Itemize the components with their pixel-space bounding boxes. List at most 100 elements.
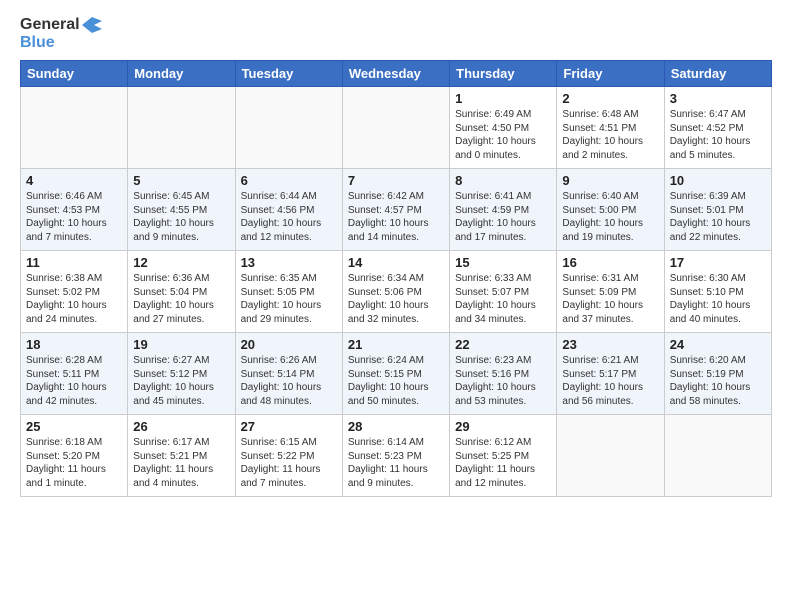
weekday-header-tuesday: Tuesday [235,61,342,87]
calendar-cell: 23 Sunrise: 6:21 AM Sunset: 5:17 PM Dayli… [557,333,664,415]
day-number: 12 [133,255,229,270]
day-number: 20 [241,337,337,352]
calendar-cell [21,87,128,169]
day-info: Sunrise: 6:34 AM Sunset: 5:06 PM Dayligh… [348,272,444,326]
day-number: 24 [670,337,766,352]
calendar-cell: 18 Sunrise: 6:28 AM Sunset: 5:11 PM Dayli… [21,333,128,415]
day-number: 8 [455,173,551,188]
day-info: Sunrise: 6:26 AM Sunset: 5:14 PM Dayligh… [241,354,337,408]
day-info: Sunrise: 6:20 AM Sunset: 5:19 PM Dayligh… [670,354,766,408]
day-info: Sunrise: 6:41 AM Sunset: 4:59 PM Dayligh… [455,190,551,244]
day-number: 29 [455,419,551,434]
weekday-header-friday: Friday [557,61,664,87]
calendar-cell: 6 Sunrise: 6:44 AM Sunset: 4:56 PM Daylig… [235,169,342,251]
calendar-cell: 2Sunrise: 6:48 AM Sunset: 4:51 PM Daylig… [557,87,664,169]
weekday-header-row: SundayMondayTuesdayWednesdayThursdayFrid… [21,61,772,87]
day-number: 17 [670,255,766,270]
day-info: Sunrise: 6:48 AM Sunset: 4:51 PM Dayligh… [562,108,658,162]
calendar-cell [342,87,449,169]
calendar-cell: 25 Sunrise: 6:18 AM Sunset: 5:20 PM Dayli… [21,415,128,497]
day-info: Sunrise: 6:23 AM Sunset: 5:16 PM Dayligh… [455,354,551,408]
day-number: 3 [670,91,766,106]
day-info: Sunrise: 6:42 AM Sunset: 4:57 PM Dayligh… [348,190,444,244]
day-info: Sunrise: 6:28 AM Sunset: 5:11 PM Dayligh… [26,354,122,408]
calendar-cell: 10 Sunrise: 6:39 AM Sunset: 5:01 PM Dayli… [664,169,771,251]
day-info: Sunrise: 6:27 AM Sunset: 5:12 PM Dayligh… [133,354,229,408]
calendar-table: SundayMondayTuesdayWednesdayThursdayFrid… [20,60,772,497]
calendar-cell: 13 Sunrise: 6:35 AM Sunset: 5:05 PM Dayli… [235,251,342,333]
calendar-week-1: 1 Sunrise: 6:49 AM Sunset: 4:50 PM Daylig… [21,87,772,169]
day-number: 19 [133,337,229,352]
calendar-week-4: 18 Sunrise: 6:28 AM Sunset: 5:11 PM Dayli… [21,333,772,415]
day-number: 18 [26,337,122,352]
calendar-cell: 1 Sunrise: 6:49 AM Sunset: 4:50 PM Daylig… [450,87,557,169]
day-number: 28 [348,419,444,434]
day-number: 9 [562,173,658,188]
day-number: 27 [241,419,337,434]
day-info: Sunrise: 6:49 AM Sunset: 4:50 PM Dayligh… [455,108,551,162]
day-info: Sunrise: 6:21 AM Sunset: 5:17 PM Dayligh… [562,354,658,408]
day-info: Sunrise: 6:15 AM Sunset: 5:22 PM Dayligh… [241,436,337,490]
calendar-cell: 14 Sunrise: 6:34 AM Sunset: 5:06 PM Dayli… [342,251,449,333]
calendar-cell: 27 Sunrise: 6:15 AM Sunset: 5:22 PM Dayli… [235,415,342,497]
day-info: Sunrise: 6:30 AM Sunset: 5:10 PM Dayligh… [670,272,766,326]
calendar-cell: 26 Sunrise: 6:17 AM Sunset: 5:21 PM Dayli… [128,415,235,497]
day-number: 22 [455,337,551,352]
day-number: 23 [562,337,658,352]
calendar-cell: 11 Sunrise: 6:38 AM Sunset: 5:02 PM Dayli… [21,251,128,333]
day-info: Sunrise: 6:31 AM Sunset: 5:09 PM Dayligh… [562,272,658,326]
calendar-cell: 15 Sunrise: 6:33 AM Sunset: 5:07 PM Dayli… [450,251,557,333]
calendar-cell [664,415,771,497]
weekday-header-thursday: Thursday [450,61,557,87]
day-info: Sunrise: 6:46 AM Sunset: 4:53 PM Dayligh… [26,190,122,244]
calendar-cell: 12Sunrise: 6:36 AM Sunset: 5:04 PM Dayli… [128,251,235,333]
day-number: 13 [241,255,337,270]
calendar-cell: 29 Sunrise: 6:12 AM Sunset: 5:25 PM Dayli… [450,415,557,497]
calendar-cell: 20 Sunrise: 6:26 AM Sunset: 5:14 PM Dayli… [235,333,342,415]
day-number: 25 [26,419,122,434]
calendar-week-5: 25 Sunrise: 6:18 AM Sunset: 5:20 PM Dayli… [21,415,772,497]
day-info: Sunrise: 6:39 AM Sunset: 5:01 PM Dayligh… [670,190,766,244]
day-info: Sunrise: 6:14 AM Sunset: 5:23 PM Dayligh… [348,436,444,490]
calendar-cell: 5Sunrise: 6:45 AM Sunset: 4:55 PM Daylig… [128,169,235,251]
day-info: Sunrise: 6:18 AM Sunset: 5:20 PM Dayligh… [26,436,122,490]
day-number: 26 [133,419,229,434]
calendar-cell: 21 Sunrise: 6:24 AM Sunset: 5:15 PM Dayli… [342,333,449,415]
logo-text-blue: Blue [20,34,55,52]
day-number: 21 [348,337,444,352]
calendar-cell [128,87,235,169]
day-number: 14 [348,255,444,270]
calendar-cell: 28 Sunrise: 6:14 AM Sunset: 5:23 PM Dayli… [342,415,449,497]
day-info: Sunrise: 6:35 AM Sunset: 5:05 PM Dayligh… [241,272,337,326]
calendar-cell: 3 Sunrise: 6:47 AM Sunset: 4:52 PM Daylig… [664,87,771,169]
day-number: 10 [670,173,766,188]
day-number: 15 [455,255,551,270]
logo-bird-icon [82,17,102,33]
day-info: Sunrise: 6:47 AM Sunset: 4:52 PM Dayligh… [670,108,766,162]
day-number: 4 [26,173,122,188]
day-info: Sunrise: 6:44 AM Sunset: 4:56 PM Dayligh… [241,190,337,244]
day-number: 11 [26,255,122,270]
calendar-cell [235,87,342,169]
weekday-header-wednesday: Wednesday [342,61,449,87]
logo-graphic: General Blue [20,16,102,52]
calendar-cell: 24 Sunrise: 6:20 AM Sunset: 5:19 PM Dayli… [664,333,771,415]
calendar-cell: 4 Sunrise: 6:46 AM Sunset: 4:53 PM Daylig… [21,169,128,251]
day-info: Sunrise: 6:12 AM Sunset: 5:25 PM Dayligh… [455,436,551,490]
weekday-header-saturday: Saturday [664,61,771,87]
calendar-cell: 19 Sunrise: 6:27 AM Sunset: 5:12 PM Dayli… [128,333,235,415]
day-info: Sunrise: 6:38 AM Sunset: 5:02 PM Dayligh… [26,272,122,326]
day-info: Sunrise: 6:33 AM Sunset: 5:07 PM Dayligh… [455,272,551,326]
day-info: Sunrise: 6:17 AM Sunset: 5:21 PM Dayligh… [133,436,229,490]
day-number: 1 [455,91,551,106]
day-info: Sunrise: 6:40 AM Sunset: 5:00 PM Dayligh… [562,190,658,244]
day-number: 5 [133,173,229,188]
calendar-week-3: 11 Sunrise: 6:38 AM Sunset: 5:02 PM Dayli… [21,251,772,333]
day-number: 6 [241,173,337,188]
calendar-cell: 22 Sunrise: 6:23 AM Sunset: 5:16 PM Dayli… [450,333,557,415]
weekday-header-sunday: Sunday [21,61,128,87]
calendar-cell: 9 Sunrise: 6:40 AM Sunset: 5:00 PM Daylig… [557,169,664,251]
calendar-cell: 8 Sunrise: 6:41 AM Sunset: 4:59 PM Daylig… [450,169,557,251]
day-number: 7 [348,173,444,188]
day-info: Sunrise: 6:24 AM Sunset: 5:15 PM Dayligh… [348,354,444,408]
